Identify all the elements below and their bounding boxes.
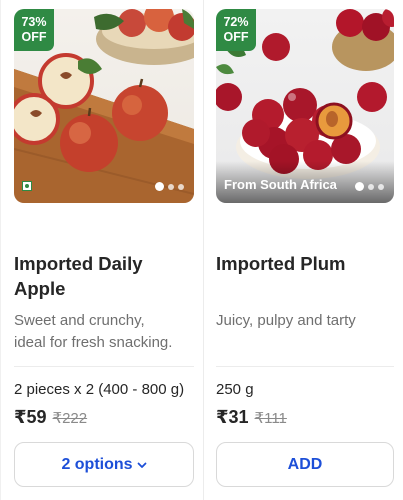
- image-carousel-dots[interactable]: [355, 182, 384, 191]
- product-name-line: Imported Daily: [14, 253, 143, 274]
- price-row: ₹59 ₹222: [14, 407, 87, 428]
- product-card-plum[interactable]: 72% OFF From South Africa Imported Plum …: [216, 0, 394, 500]
- column-divider: [203, 0, 204, 500]
- grid-edge: [0, 0, 1, 500]
- add-button-label: ADD: [287, 455, 323, 473]
- description-line: ideal for fresh snacking.: [14, 334, 173, 351]
- product-image-apple[interactable]: 73% OFF: [14, 9, 194, 203]
- card-separator: [216, 366, 394, 367]
- options-button-label: 2 options: [61, 455, 133, 473]
- description-line: Sweet and crunchy,: [14, 312, 145, 329]
- carousel-dot[interactable]: [368, 183, 374, 190]
- veg-icon: [22, 181, 32, 191]
- product-quantity: 250 g: [216, 381, 254, 398]
- product-name-line: Apple: [14, 278, 66, 299]
- carousel-dot-active[interactable]: [355, 182, 364, 191]
- product-name-line: Imported Plum: [216, 253, 346, 274]
- origin-tag: From South Africa: [224, 177, 337, 192]
- chevron-down-icon: [137, 462, 146, 468]
- mrp-price: ₹111: [254, 410, 287, 427]
- product-image-plum[interactable]: 72% OFF From South Africa: [216, 9, 394, 203]
- carousel-dot[interactable]: [168, 183, 174, 190]
- product-quantity: 2 pieces x 2 (400 - 800 g): [14, 381, 185, 398]
- mrp-price: ₹222: [52, 410, 88, 427]
- product-card-apple[interactable]: 73% OFF Imported Daily Apple Sweet and c…: [14, 0, 194, 500]
- discount-off-label: OFF: [223, 30, 249, 44]
- product-description: Sweet and crunchy, ideal for fresh snack…: [14, 310, 172, 354]
- carousel-dot[interactable]: [378, 183, 384, 190]
- discount-percent: 73%: [21, 15, 47, 29]
- discount-percent: 72%: [223, 15, 249, 29]
- selling-price: ₹31: [216, 407, 249, 427]
- carousel-dot[interactable]: [178, 183, 184, 190]
- discount-badge: 73% OFF: [14, 9, 54, 51]
- discount-badge: 72% OFF: [216, 9, 256, 51]
- add-to-cart-button[interactable]: ADD: [216, 442, 394, 487]
- image-carousel-dots[interactable]: [155, 182, 184, 191]
- description-line: Juicy, pulpy and tarty: [216, 312, 356, 329]
- product-name[interactable]: Imported Plum: [216, 251, 346, 276]
- product-grid: 73% OFF Imported Daily Apple Sweet and c…: [0, 0, 403, 500]
- options-button[interactable]: 2 options: [14, 442, 194, 487]
- product-description: Juicy, pulpy and tarty: [216, 310, 356, 332]
- selling-price: ₹59: [14, 407, 47, 427]
- price-row: ₹31 ₹111: [216, 407, 287, 428]
- card-separator: [14, 366, 194, 367]
- carousel-dot-active[interactable]: [155, 182, 164, 191]
- product-name[interactable]: Imported Daily Apple: [14, 251, 143, 301]
- discount-off-label: OFF: [21, 30, 47, 44]
